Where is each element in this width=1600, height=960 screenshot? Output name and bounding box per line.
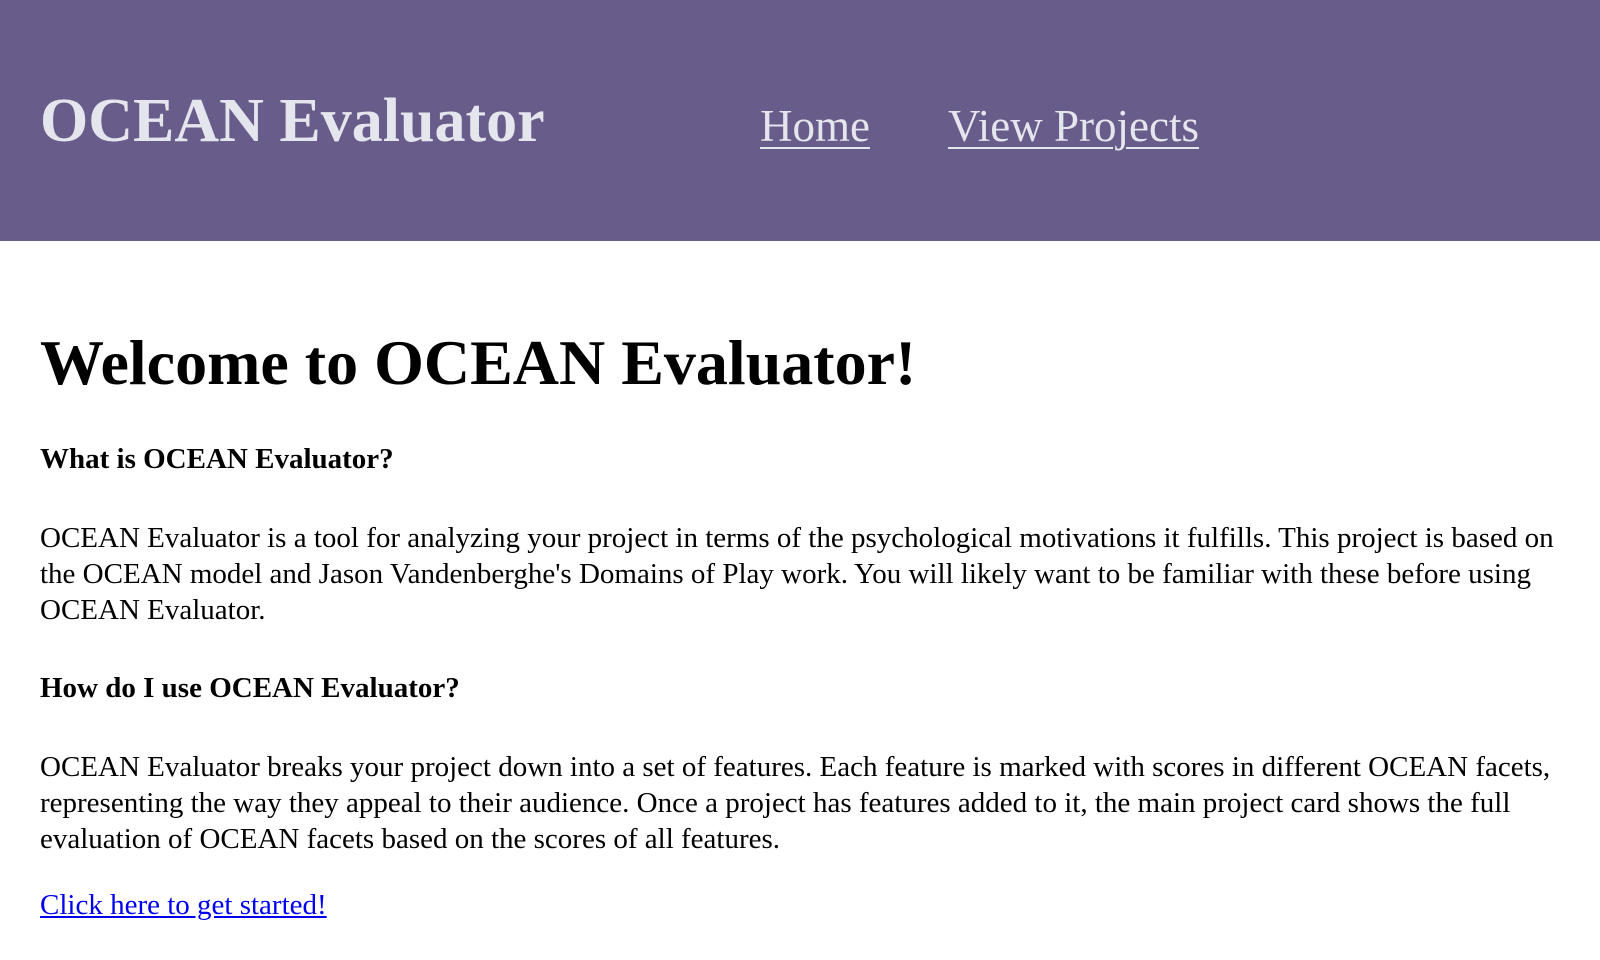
section-heading-how: How do I use OCEAN Evaluator? xyxy=(40,672,460,704)
section-body-what: OCEAN Evaluator is a tool for analyzing … xyxy=(40,522,1554,626)
page-title: Welcome to OCEAN Evaluator! xyxy=(40,327,917,398)
nav-link-home[interactable]: Home xyxy=(760,98,870,154)
section-body-how: OCEAN Evaluator breaks your project down… xyxy=(40,751,1551,855)
site-header: OCEAN Evaluator Home View Projects xyxy=(0,0,1600,241)
site-title: OCEAN Evaluator xyxy=(40,87,545,155)
get-started-link[interactable]: Click here to get started! xyxy=(40,887,327,923)
nav-link-view-projects[interactable]: View Projects xyxy=(948,98,1199,154)
section-heading-what: What is OCEAN Evaluator? xyxy=(40,443,394,475)
